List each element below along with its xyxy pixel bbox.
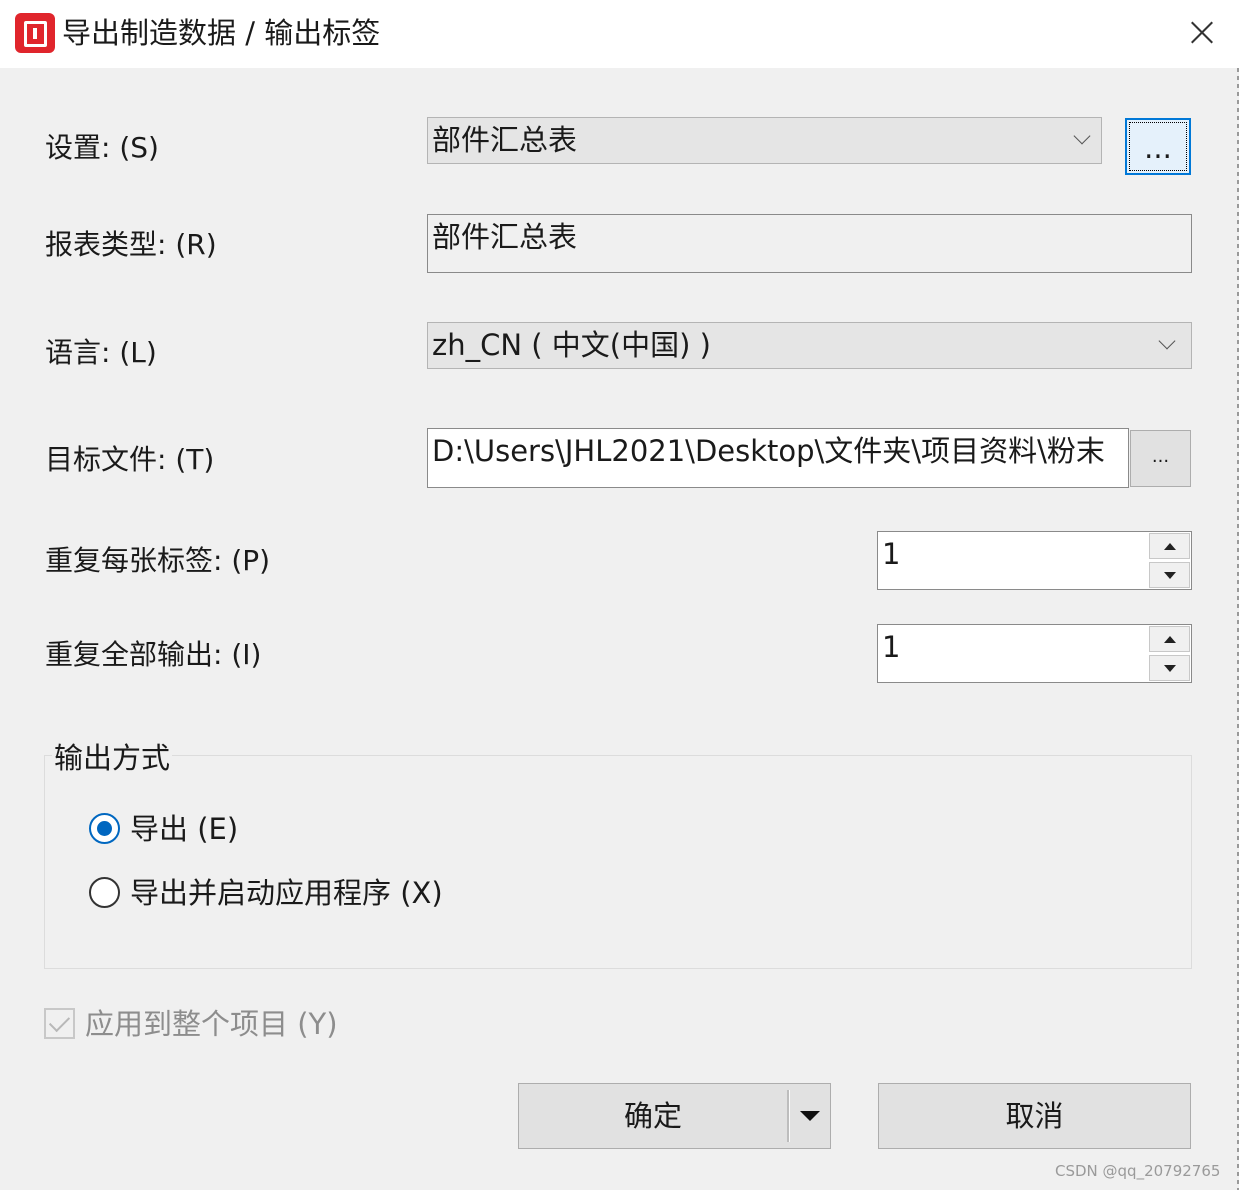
spin-down-button[interactable] xyxy=(1149,562,1190,588)
settings-value: 部件汇总表 xyxy=(432,123,578,157)
apply-project-checkbox xyxy=(44,1008,75,1039)
close-icon[interactable] xyxy=(1183,14,1221,52)
app-icon xyxy=(15,13,55,53)
arrow-down-icon xyxy=(1164,572,1176,579)
spin-down-button[interactable] xyxy=(1149,655,1190,681)
repeat-each-label-stepper[interactable]: 1 xyxy=(877,531,1192,590)
arrow-up-icon xyxy=(1164,543,1176,550)
window-title: 导出制造数据 / 输出标签 xyxy=(62,16,381,50)
report-type-field: 部件汇总表 xyxy=(427,214,1192,273)
ok-button[interactable]: 确定 xyxy=(519,1084,787,1148)
watermark: CSDN @qq_20792765 xyxy=(1055,1162,1221,1180)
target-file-input[interactable]: D:\Users\JHL2021\Desktop\文件夹\项目资料\粉末 xyxy=(427,428,1129,488)
target-file-browse-label: ... xyxy=(1151,446,1170,467)
output-mode-group xyxy=(44,755,1192,969)
target-file-value: D:\Users\JHL2021\Desktop\文件夹\项目资料\粉末 xyxy=(432,434,1105,468)
spin-up-button[interactable] xyxy=(1149,533,1190,559)
output-mode-title: 输出方式 xyxy=(52,738,173,778)
settings-dropdown[interactable]: 部件汇总表 xyxy=(427,117,1102,164)
chevron-down-icon xyxy=(1073,127,1091,145)
radio-export-and-launch-label[interactable]: 导出并启动应用程序 (X) xyxy=(130,873,443,913)
target-file-label: 目标文件: (T) xyxy=(45,443,215,476)
language-dropdown[interactable]: zh_CN ( 中文(中国) ) xyxy=(427,322,1192,369)
chevron-down-icon xyxy=(1158,332,1176,350)
title-bar: 导出制造数据 / 输出标签 xyxy=(0,0,1239,68)
radio-export-and-launch[interactable] xyxy=(89,877,120,908)
report-type-value: 部件汇总表 xyxy=(432,220,578,254)
apply-project-label: 应用到整个项目 (Y) xyxy=(85,1007,338,1041)
repeat-all-output-stepper[interactable]: 1 xyxy=(877,624,1192,683)
settings-browse-button[interactable]: ... xyxy=(1125,118,1191,175)
arrow-up-icon xyxy=(1164,636,1176,643)
cancel-button-label: 取消 xyxy=(1005,1099,1064,1133)
language-label: 语言: (L) xyxy=(45,336,157,369)
target-file-browse-button[interactable]: ... xyxy=(1130,430,1191,487)
settings-label: 设置: (S) xyxy=(45,131,159,164)
repeat-each-label-label: 重复每张标签: (P) xyxy=(45,544,271,577)
repeat-each-label-value: 1 xyxy=(882,537,901,571)
settings-browse-label: ... xyxy=(1144,131,1172,165)
spin-up-button[interactable] xyxy=(1149,626,1190,652)
caret-down-icon[interactable] xyxy=(790,1084,830,1148)
ok-split-button[interactable]: 确定 xyxy=(518,1083,831,1149)
repeat-all-output-label: 重复全部输出: (I) xyxy=(45,638,262,671)
report-type-label: 报表类型: (R) xyxy=(45,228,217,261)
radio-export-label[interactable]: 导出 (E) xyxy=(130,809,238,849)
arrow-down-icon xyxy=(1164,665,1176,672)
language-value: zh_CN ( 中文(中国) ) xyxy=(432,328,711,362)
radio-export[interactable] xyxy=(89,813,120,844)
cancel-button[interactable]: 取消 xyxy=(878,1083,1191,1149)
repeat-all-output-value: 1 xyxy=(882,630,901,664)
